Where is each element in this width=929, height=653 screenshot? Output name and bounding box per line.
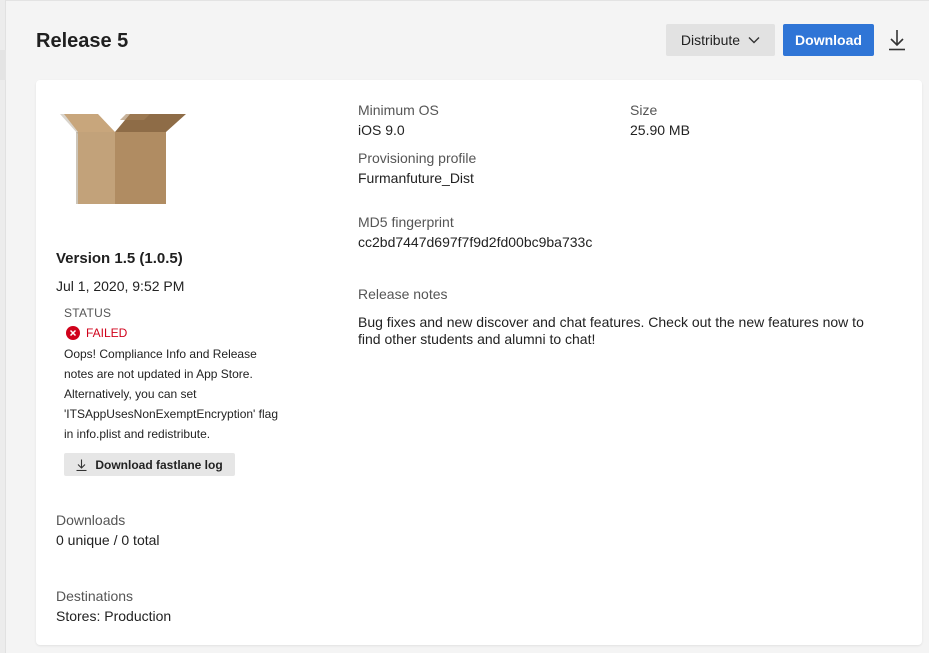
download-icon <box>76 459 87 471</box>
chevron-down-icon <box>748 37 760 44</box>
provisioning-profile-label: Provisioning profile <box>358 150 477 166</box>
size-label: Size <box>630 102 658 118</box>
distribute-label: Distribute <box>680 32 741 48</box>
download-icon[interactable] <box>887 29 907 51</box>
page-header: Release 5 Distribute Download <box>36 24 909 56</box>
downloads-value: 0 unique / 0 total <box>56 532 160 548</box>
package-box-icon <box>60 114 186 204</box>
log-button-label: Download fastlane log <box>95 457 223 472</box>
provisioning-profile-value: Furmanfuture_Dist <box>358 170 474 186</box>
version-title: Version 1.5 (1.0.5) <box>56 250 183 267</box>
download-label: Download <box>795 32 862 48</box>
downloads-label: Downloads <box>56 512 126 528</box>
top-divider <box>0 0 929 1</box>
md5-fingerprint-value: cc2bd7447d697f7f9d2fd00bc9ba733c <box>358 234 593 250</box>
release-notes-label: Release notes <box>358 286 448 302</box>
error-circle-icon <box>66 326 80 340</box>
status-label: STATUS <box>64 306 112 320</box>
download-fastlane-log-button[interactable]: Download fastlane log <box>64 453 235 476</box>
minimum-os-value: iOS 9.0 <box>358 122 405 138</box>
release-notes-text: Bug fixes and new discover and chat feat… <box>358 314 864 347</box>
release-card: Version 1.5 (1.0.5) Jul 1, 2020, 9:52 PM… <box>36 80 922 645</box>
destinations-value: Stores: Production <box>56 608 172 624</box>
md5-fingerprint-label: MD5 fingerprint <box>358 214 454 230</box>
release-date: Jul 1, 2020, 9:52 PM <box>56 278 185 294</box>
size-value: 25.90 MB <box>630 122 690 138</box>
page-title: Release 5 <box>36 30 129 52</box>
status-message: Oops! Compliance Info and Release notes … <box>64 347 279 441</box>
download-button[interactable]: Download <box>783 24 874 56</box>
status-value: FAILED <box>86 326 128 340</box>
distribute-button[interactable]: Distribute <box>666 24 775 56</box>
destinations-label: Destinations <box>56 588 134 604</box>
left-sidebar-edge <box>0 0 6 653</box>
sidebar-edge-mark <box>0 50 6 80</box>
minimum-os-label: Minimum OS <box>358 102 439 118</box>
status-badge: FAILED <box>66 326 127 340</box>
